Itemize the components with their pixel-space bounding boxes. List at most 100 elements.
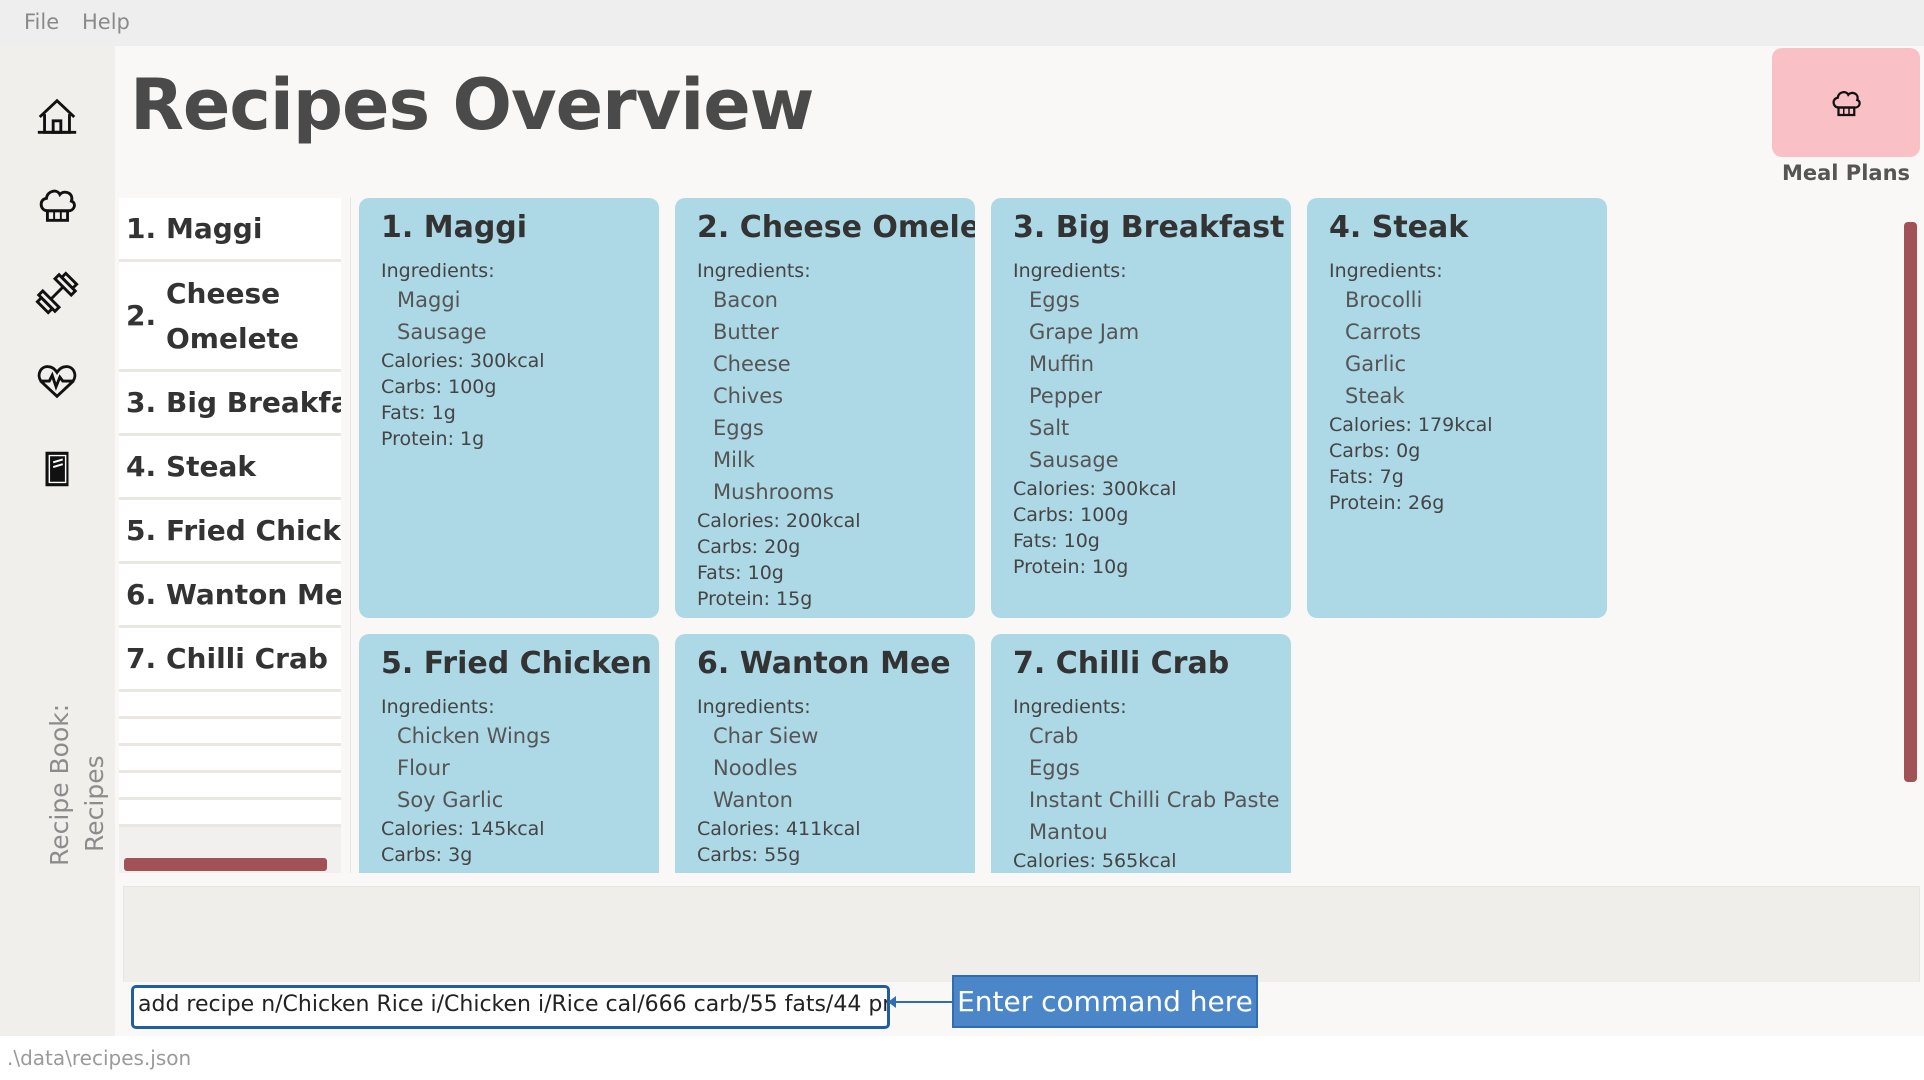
empty-list-row <box>119 746 341 773</box>
recipe-list[interactable]: 1. Maggi 2. Cheese Omelete 3. Big Breakf… <box>119 198 341 873</box>
meal-plans-button[interactable] <box>1772 48 1920 157</box>
ingredient: Instant Chilli Crab Paste <box>1029 788 1280 812</box>
recipe-card-body: Ingredients: Bacon Butter Cheese Chives … <box>697 258 861 612</box>
list-item-name: Chilli Crab <box>166 642 328 675</box>
chef-hat-icon <box>1832 90 1861 116</box>
command-callout: Enter command here <box>952 975 1258 1028</box>
ingredients-label: Ingredients: <box>1013 260 1127 282</box>
menu-help[interactable]: Help <box>82 10 130 34</box>
calories-text: Calories: 411kcal <box>697 818 861 840</box>
save-location-path: .\data\recipes.json <box>7 1046 192 1070</box>
ingredient: Maggi <box>397 288 461 312</box>
ingredient: Chicken Wings <box>397 724 551 748</box>
protein-text: Protein: 10g <box>1013 556 1129 578</box>
list-item[interactable]: 7. Chilli Crab <box>119 628 341 692</box>
home-icon[interactable] <box>32 92 82 142</box>
ingredient: Cheese <box>713 352 791 376</box>
recipe-card-body: Ingredients: Crab Eggs Instant Chilli Cr… <box>1013 694 1280 873</box>
ingredients-label: Ingredients: <box>1013 696 1127 718</box>
ingredient: Flour <box>397 756 450 780</box>
carbs-text: Carbs: 0g <box>1329 440 1421 462</box>
calories-text: Calories: 300kcal <box>1013 478 1177 500</box>
list-item[interactable]: 2. Cheese Omelete <box>119 262 341 372</box>
carbs-text: Carbs: 100g <box>381 376 497 398</box>
meal-plans-label: Meal Plans <box>1781 161 1911 185</box>
recipe-card[interactable]: 7. Chilli Crab Ingredients: Crab Eggs In… <box>991 634 1291 873</box>
menu-bar: File Help <box>0 0 1924 47</box>
protein-text: Protein: 26g <box>1329 492 1445 514</box>
fats-text: Fats: 10g <box>697 562 784 584</box>
calories-text: Calories: 200kcal <box>697 510 861 532</box>
chef-hat-icon[interactable] <box>32 180 82 230</box>
ingredient: Salt <box>1029 416 1070 440</box>
ingredient: Wanton <box>713 788 793 812</box>
list-item-name: Wanton Mee <box>166 578 341 611</box>
empty-list-row <box>119 719 341 746</box>
list-item-index: 4. <box>126 450 157 483</box>
list-item-index: 2. <box>126 299 157 332</box>
recipe-card[interactable]: 1. Maggi Ingredients: Maggi Sausage Calo… <box>359 198 659 618</box>
recipe-card[interactable]: 2. Cheese Omelete Ingredients: Bacon But… <box>675 198 975 618</box>
list-item-name: Cheese Omelete <box>166 276 299 355</box>
recipe-card-title: 4. Steak <box>1329 210 1469 245</box>
grid-scrollbar[interactable] <box>1904 222 1917 782</box>
command-input[interactable]: add recipe n/Chicken Rice i/Chicken i/Ri… <box>131 985 890 1029</box>
ingredient: Pepper <box>1029 384 1103 408</box>
recipe-card[interactable]: 6. Wanton Mee Ingredients: Char Siew Noo… <box>675 634 975 873</box>
ingredient: Garlic <box>1345 352 1406 376</box>
calories-text: Calories: 565kcal <box>1013 850 1177 872</box>
empty-list-row <box>119 773 341 800</box>
heartbeat-icon[interactable] <box>32 356 82 406</box>
ingredient: Char Siew <box>713 724 819 748</box>
empty-list-row <box>119 692 341 719</box>
list-item[interactable]: 1. Maggi <box>119 198 341 262</box>
recipe-card-title: 7. Chilli Crab <box>1013 646 1230 681</box>
dumbbell-icon[interactable] <box>32 268 82 318</box>
ingredient: Chives <box>713 384 784 408</box>
ingredient: Grape Jam <box>1029 320 1140 344</box>
ingredient: Muffin <box>1029 352 1095 376</box>
protein-text: Protein: 1g <box>381 428 485 450</box>
empty-list-row <box>119 800 341 827</box>
menu-file[interactable]: File <box>24 10 59 34</box>
recipe-card[interactable]: 3. Big Breakfast Ingredients: Eggs Grape… <box>991 198 1291 618</box>
status-bar: .\data\recipes.json <box>0 1036 1924 1080</box>
ingredient: Sausage <box>1029 448 1119 472</box>
sidebar-label-line2: Recipes <box>80 755 109 852</box>
ingredient: Butter <box>713 320 779 344</box>
recipe-card-body: Ingredients: Char Siew Noodles Wanton Ca… <box>697 694 861 868</box>
ingredients-label: Ingredients: <box>381 260 495 282</box>
list-scrollbar[interactable] <box>124 858 327 871</box>
recipe-card[interactable]: 5. Fried Chicken Ingredients: Chicken Wi… <box>359 634 659 873</box>
ingredient: Carrots <box>1345 320 1421 344</box>
recipe-card-body: Ingredients: Chicken Wings Flour Soy Gar… <box>381 694 550 868</box>
sidebar-context-label: Recipe Book: Recipes <box>42 704 112 866</box>
fats-text: Fats: 10g <box>1013 530 1100 552</box>
list-item-index: 1. <box>126 212 157 245</box>
recipe-card[interactable]: 4. Steak Ingredients: Brocolli Carrots G… <box>1307 198 1607 618</box>
calories-text: Calories: 179kcal <box>1329 414 1493 436</box>
list-item[interactable]: 5. Fried Chicken <box>119 500 341 564</box>
list-item-index: 5. <box>126 514 157 547</box>
list-item-index: 7. <box>126 642 157 675</box>
list-item[interactable]: 4. Steak <box>119 436 341 500</box>
ingredient: Sausage <box>397 320 487 344</box>
callout-arrow <box>888 996 952 1008</box>
ingredient: Soy Garlic <box>397 788 504 812</box>
recipe-card-title: 1. Maggi <box>381 210 528 245</box>
ingredient: Crab <box>1029 724 1079 748</box>
calories-text: Calories: 300kcal <box>381 350 545 372</box>
ingredient: Mantou <box>1029 820 1108 844</box>
ingredients-label: Ingredients: <box>697 696 811 718</box>
list-item[interactable]: 6. Wanton Mee <box>119 564 341 628</box>
list-item[interactable]: 3. Big Breakfast <box>119 372 341 436</box>
list-item-name: Big Breakfast <box>166 386 341 419</box>
ingredient: Brocolli <box>1345 288 1423 312</box>
carbs-text: Carbs: 20g <box>697 536 801 558</box>
recipe-card-grid[interactable]: 1. Maggi Ingredients: Maggi Sausage Calo… <box>350 197 1906 873</box>
sidebar: Recipe Book: Recipes <box>0 46 115 1036</box>
ingredient: Mushrooms <box>713 480 834 504</box>
ingredient: Noodles <box>713 756 798 780</box>
book-icon[interactable] <box>32 444 82 494</box>
list-item-name: Maggi <box>166 212 263 245</box>
